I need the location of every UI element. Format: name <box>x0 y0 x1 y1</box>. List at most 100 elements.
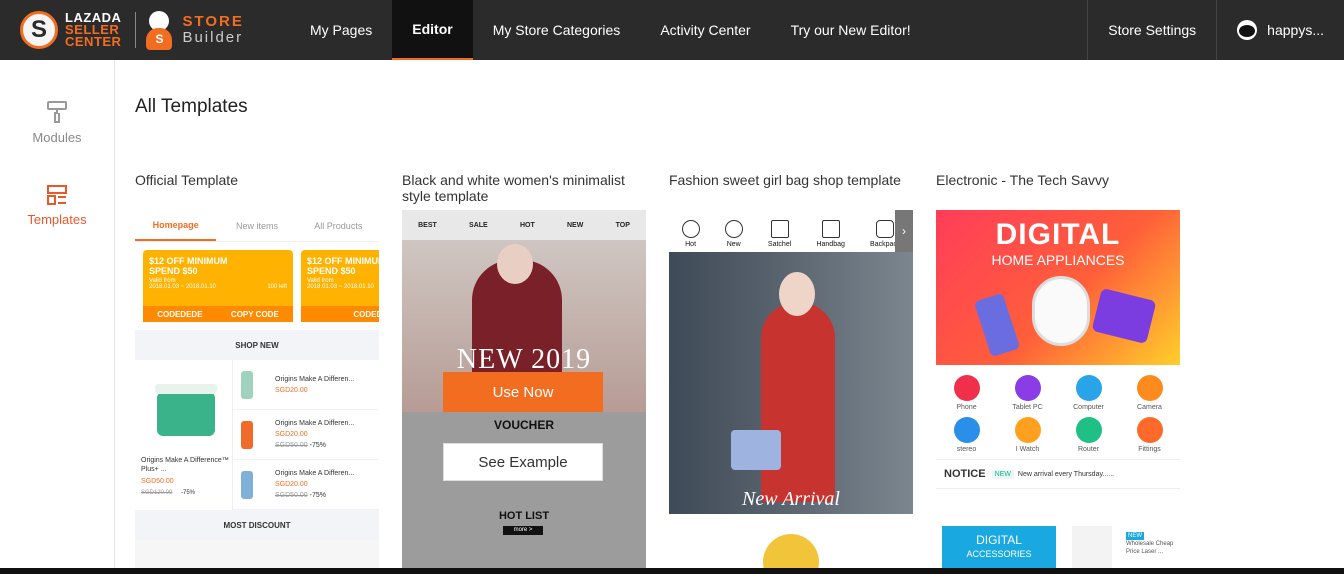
template-icon <box>47 185 67 205</box>
voucher-copy: COPY CODE <box>230 309 279 319</box>
template-preview[interactable]: DIGITAL HOME APPLIANCES Phone Tablet PC … <box>936 210 1180 574</box>
category-label: Fittings <box>1138 446 1161 453</box>
preview-tab: HOT <box>519 221 535 229</box>
sub-text: UNDERSTATED BEAUTY <box>750 516 832 523</box>
voucher-heading: VOUCHER <box>493 418 554 432</box>
store-line-2: Builder <box>182 29 244 46</box>
nav-editor[interactable]: Editor <box>392 0 473 60</box>
accessories-banner: DIGITAL ACCESSORIES <box>942 526 1056 574</box>
product-old-price: SGD50.00 <box>275 442 308 449</box>
product-name: Origins Make A Differen... <box>275 420 355 427</box>
banner-sub: HOME APPLIANCES <box>991 252 1125 268</box>
store-settings-link[interactable]: Store Settings <box>1088 0 1216 60</box>
voucher-sub: SPEND $50 <box>149 266 198 276</box>
product-old-price: SGD50.00 <box>275 492 308 499</box>
preview-tab: NEW <box>567 221 584 229</box>
store-builder-text: STORE Builder <box>182 14 243 46</box>
sidebar-item-label: Templates <box>27 212 87 227</box>
icon-label: New <box>726 241 741 248</box>
lazada-logo[interactable]: S LAZADA SELLER CENTER S STORE Builder <box>20 9 244 51</box>
product-text: Origins Make A Differen... SGD20.00 SGD5… <box>275 418 354 451</box>
user-menu[interactable]: happys... <box>1217 0 1344 60</box>
preview-section-header: SHOP NEW <box>135 330 379 360</box>
product-discount: -75% <box>309 442 326 449</box>
big-product-price: SGD50.00 <box>141 478 174 485</box>
nav-try-new-editor[interactable]: Try our New Editor! <box>771 0 931 60</box>
notice-label: NOTICE <box>944 468 986 480</box>
voucher-dates: 2018.01.03 ~ 2018.01.10 <box>149 284 216 290</box>
template-preview[interactable]: Hot New Satchel Handbag Backpack › New A… <box>669 210 913 574</box>
model-face <box>497 244 533 284</box>
nav-my-pages[interactable]: My Pages <box>290 0 392 60</box>
template-title: Black and white women's minimalist style… <box>402 172 625 204</box>
category-label: I Watch <box>1015 446 1040 453</box>
new-icon <box>724 220 743 238</box>
sidebar-item-label: Modules <box>32 130 82 145</box>
template-card-official[interactable]: Official Template Homepage New items All… <box>135 172 379 574</box>
sidebar-item-templates[interactable]: Templates <box>0 184 114 227</box>
voucher-title: $12 OFF MINIMUM <box>307 256 379 266</box>
preview-voucher: $12 OFF MINIMUM SPEND $50 Valid from 201… <box>301 250 379 322</box>
nav-activity-center[interactable]: Activity Center <box>640 0 770 60</box>
preview-hero-image: New Arrival UNDERSTATED BEAUTY ●●●●● <box>669 252 913 553</box>
category-item: Camera <box>1119 375 1180 411</box>
template-card-fashion-bag[interactable]: Fashion sweet girl bag shop template Hot… <box>669 172 913 574</box>
section-most-discount: MOST DISCOUNT <box>223 520 291 530</box>
icon-label: Hot <box>685 241 697 248</box>
voucher-code: CODEDEDE <box>157 309 203 319</box>
product-text: Origins Make A Differen... SGD20.00 <box>275 374 354 396</box>
preview-tab: All Products <box>314 220 363 231</box>
section-shop-new: SHOP NEW <box>235 340 279 350</box>
big-product-old-price: SGD120.00 <box>141 490 173 496</box>
template-preview[interactable]: BEST SALE HOT NEW TOP NEW 2019 VOUCHER H… <box>402 210 646 574</box>
product-price: SGD20.00 <box>275 386 308 394</box>
accessories-sub: ACCESSORIES <box>966 549 1032 559</box>
tablet-icon <box>1014 375 1041 401</box>
icon-label: Handbag <box>816 241 845 248</box>
accessory-product-image <box>1072 526 1112 574</box>
product-bottle-image <box>241 470 253 499</box>
category-item: Router <box>1058 417 1119 453</box>
fittings-icon <box>1136 417 1163 443</box>
preview-categories: Phone Tablet PC Computer Camera stereo I… <box>936 365 1180 459</box>
lazada-logo-text: LAZADA SELLER CENTER <box>65 11 122 49</box>
preview-tab: TOP <box>615 221 630 229</box>
preview-icon-item: Handbag <box>816 220 845 248</box>
notice-bar: NOTICE NEW New arrival every Thursday...… <box>936 459 1180 489</box>
computer-icon <box>1075 375 1102 401</box>
preview-tab: BEST <box>418 221 437 229</box>
category-item: Computer <box>1058 375 1119 411</box>
lazada-logo-icon: S <box>20 11 58 49</box>
user-name: happys... <box>1267 22 1324 38</box>
list-item: Origins Make A Differen... SGD20.00 SGD5… <box>233 460 379 510</box>
template-preview[interactable]: Homepage New items All Products $12 OFF … <box>135 210 379 574</box>
template-card-electronic[interactable]: Electronic - The Tech Savvy DIGITAL HOME… <box>936 172 1180 574</box>
template-card-black-white[interactable]: Black and white women's minimalist style… <box>402 172 646 574</box>
nav-right: Store Settings happys... <box>1087 0 1344 60</box>
speaker-icon <box>953 417 980 443</box>
voucher-left: 100 left <box>267 284 287 290</box>
accessory-desc: Wholesale Cheap Price Laser ... <box>1126 541 1174 555</box>
product-jar-image <box>155 384 217 436</box>
product-discount: -75% <box>309 492 326 499</box>
product-old-price-row: SGD50.00 -75% <box>275 440 354 451</box>
camera-icon <box>1136 375 1163 401</box>
bottom-bar <box>0 568 1344 574</box>
see-example-button[interactable]: See Example <box>443 443 603 481</box>
sidebar-item-modules[interactable]: Modules <box>0 100 114 145</box>
icon-label: Satchel <box>767 241 792 248</box>
voucher-dates: 2018.01.03 ~ 2018.01.10 <box>307 284 374 290</box>
satchel-icon <box>770 220 789 238</box>
preview-tabs: BEST SALE HOT NEW TOP <box>402 210 646 240</box>
use-now-button[interactable]: Use Now <box>443 372 603 412</box>
category-item: Fittings <box>1119 417 1180 453</box>
preview-products: Origins Make A Difference™ Plus+ ... SGD… <box>135 360 379 510</box>
logo-divider <box>135 12 137 48</box>
product-price: SGD20.00 <box>275 481 308 488</box>
logo-line-3: CENTER <box>65 34 122 49</box>
category-item: Tablet PC <box>997 375 1058 411</box>
preview-banner: DIGITAL HOME APPLIANCES <box>936 210 1180 365</box>
product-name: Origins Make A Differen... <box>275 375 355 383</box>
category-item: I Watch <box>997 417 1058 453</box>
nav-my-store-categories[interactable]: My Store Categories <box>473 0 641 60</box>
